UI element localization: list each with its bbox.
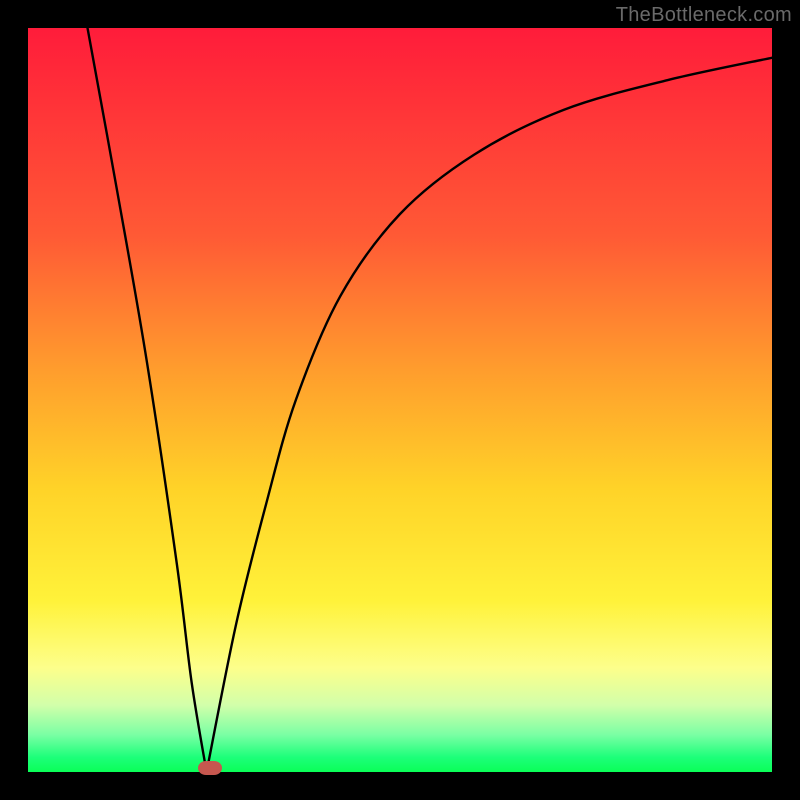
- watermark-label: TheBottleneck.com: [616, 4, 792, 27]
- plot-area: [28, 28, 772, 772]
- chart-frame: TheBottleneck.com: [0, 0, 800, 800]
- bottleneck-curve: [28, 28, 772, 772]
- curve-line: [88, 28, 772, 772]
- minimum-marker: [198, 761, 222, 775]
